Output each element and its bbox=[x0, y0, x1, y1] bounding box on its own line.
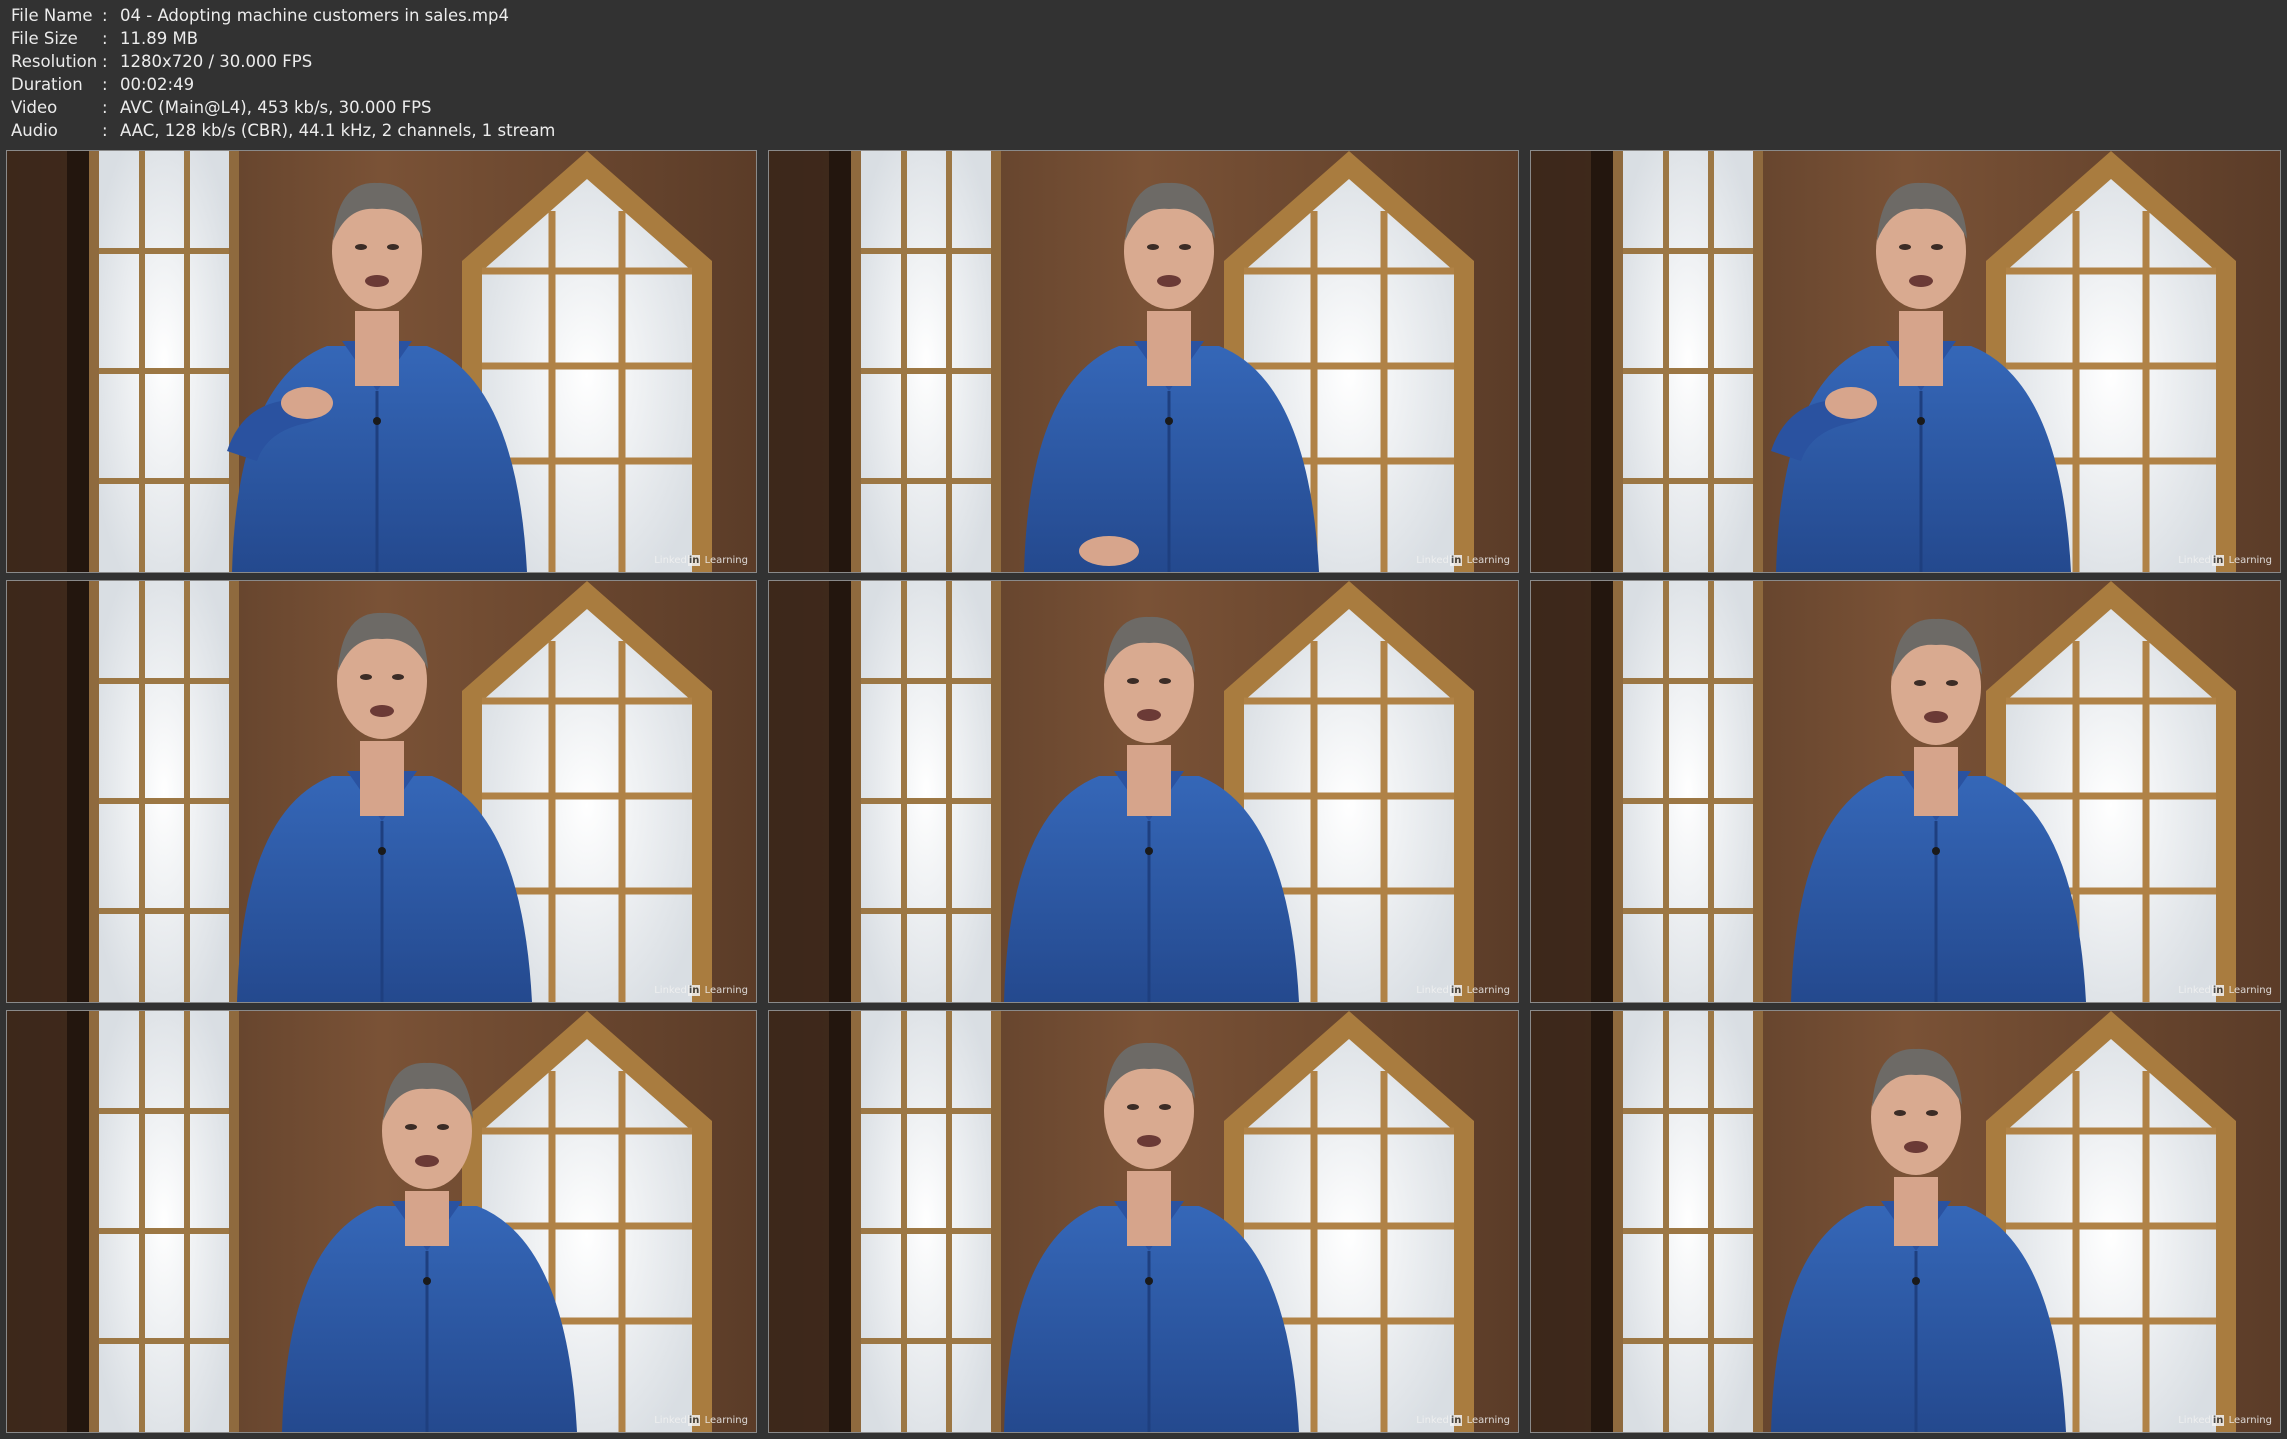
watermark-linked: Linked bbox=[654, 1415, 687, 1426]
info-value: AVC (Main@L4), 453 kb/s, 30.000 FPS bbox=[120, 98, 432, 117]
linkedin-icon: in bbox=[2211, 985, 2225, 996]
watermark: Linked in Learning bbox=[2178, 555, 2272, 566]
frame-image bbox=[7, 1011, 756, 1432]
info-value: 11.89 MB bbox=[120, 29, 199, 48]
info-separator: : bbox=[102, 6, 108, 25]
info-row-file-size: File Size : 11.89 MB bbox=[11, 27, 555, 50]
watermark-linked: Linked bbox=[1416, 985, 1449, 996]
watermark-linked: Linked bbox=[2178, 555, 2211, 566]
watermark: Linked in Learning bbox=[1416, 1415, 1510, 1426]
info-separator: : bbox=[102, 29, 108, 48]
watermark: Linked in Learning bbox=[1416, 985, 1510, 996]
info-separator: : bbox=[102, 98, 108, 117]
watermark-learning: Learning bbox=[704, 1415, 748, 1426]
watermark: Linked in Learning bbox=[1416, 555, 1510, 566]
info-label: File Name bbox=[11, 6, 93, 25]
info-label: Duration bbox=[11, 75, 83, 94]
video-info-panel: File Name : 04 - Adopting machine custom… bbox=[11, 4, 555, 142]
frame-image bbox=[7, 151, 756, 572]
frame-image bbox=[7, 581, 756, 1002]
info-row-file-name: File Name : 04 - Adopting machine custom… bbox=[11, 4, 555, 27]
watermark-linked: Linked bbox=[654, 555, 687, 566]
watermark: Linked in Learning bbox=[654, 1415, 748, 1426]
linkedin-icon: in bbox=[687, 1415, 701, 1426]
watermark-learning: Learning bbox=[1466, 1415, 1510, 1426]
watermark-learning: Learning bbox=[2228, 555, 2272, 566]
info-value: AAC, 128 kb/s (CBR), 44.1 kHz, 2 channel… bbox=[120, 121, 556, 140]
linkedin-icon: in bbox=[687, 985, 701, 996]
frame-image bbox=[1531, 1011, 2280, 1432]
watermark-learning: Learning bbox=[2228, 985, 2272, 996]
watermark: Linked in Learning bbox=[654, 555, 748, 566]
watermark: Linked in Learning bbox=[654, 985, 748, 996]
info-value: 04 - Adopting machine customers in sales… bbox=[120, 6, 510, 25]
watermark-linked: Linked bbox=[1416, 555, 1449, 566]
watermark-learning: Learning bbox=[704, 985, 748, 996]
watermark-linked: Linked bbox=[1416, 1415, 1449, 1426]
watermark-learning: Learning bbox=[2228, 1415, 2272, 1426]
frame-image bbox=[1531, 581, 2280, 1002]
watermark-learning: Learning bbox=[1466, 985, 1510, 996]
video-frame-thumbnail: Linked in Learning bbox=[768, 580, 1519, 1003]
video-frame-thumbnail: Linked in Learning bbox=[1530, 150, 2281, 573]
info-separator: : bbox=[102, 121, 108, 140]
frame-image bbox=[769, 581, 1518, 1002]
video-frame-thumbnail: Linked in Learning bbox=[1530, 580, 2281, 1003]
video-frame-thumbnail: Linked in Learning bbox=[1530, 1010, 2281, 1433]
linkedin-icon: in bbox=[1449, 985, 1463, 996]
watermark-linked: Linked bbox=[2178, 985, 2211, 996]
info-row-audio: Audio : AAC, 128 kb/s (CBR), 44.1 kHz, 2… bbox=[11, 119, 555, 142]
watermark-learning: Learning bbox=[1466, 555, 1510, 566]
video-frame-thumbnail: Linked in Learning bbox=[6, 150, 757, 573]
linkedin-icon: in bbox=[687, 555, 701, 566]
info-value: 00:02:49 bbox=[120, 75, 195, 94]
linkedin-icon: in bbox=[1449, 555, 1463, 566]
watermark-linked: Linked bbox=[2178, 1415, 2211, 1426]
info-label: File Size bbox=[11, 29, 78, 48]
info-row-duration: Duration : 00:02:49 bbox=[11, 73, 555, 96]
info-label: Audio bbox=[11, 121, 58, 140]
watermark-linked: Linked bbox=[654, 985, 687, 996]
linkedin-icon: in bbox=[1449, 1415, 1463, 1426]
watermark: Linked in Learning bbox=[2178, 1415, 2272, 1426]
watermark: Linked in Learning bbox=[2178, 985, 2272, 996]
video-frame-thumbnail: Linked in Learning bbox=[768, 150, 1519, 573]
watermark-learning: Learning bbox=[704, 555, 748, 566]
video-frame-thumbnail: Linked in Learning bbox=[6, 580, 757, 1003]
info-row-video: Video : AVC (Main@L4), 453 kb/s, 30.000 … bbox=[11, 96, 555, 119]
frame-image bbox=[769, 1011, 1518, 1432]
frame-image bbox=[769, 151, 1518, 572]
video-frame-thumbnail: Linked in Learning bbox=[768, 1010, 1519, 1433]
info-separator: : bbox=[102, 75, 108, 94]
info-label: Resolution bbox=[11, 52, 98, 71]
video-frame-thumbnail: Linked in Learning bbox=[6, 1010, 757, 1433]
thumbnail-grid: Linked in Learning Linked in Learning Li… bbox=[6, 150, 2281, 1433]
info-value: 1280x720 / 30.000 FPS bbox=[120, 52, 313, 71]
info-label: Video bbox=[11, 98, 58, 117]
linkedin-icon: in bbox=[2211, 1415, 2225, 1426]
frame-image bbox=[1531, 151, 2280, 572]
linkedin-icon: in bbox=[2211, 555, 2225, 566]
info-row-resolution: Resolution : 1280x720 / 30.000 FPS bbox=[11, 50, 555, 73]
info-separator: : bbox=[102, 52, 108, 71]
